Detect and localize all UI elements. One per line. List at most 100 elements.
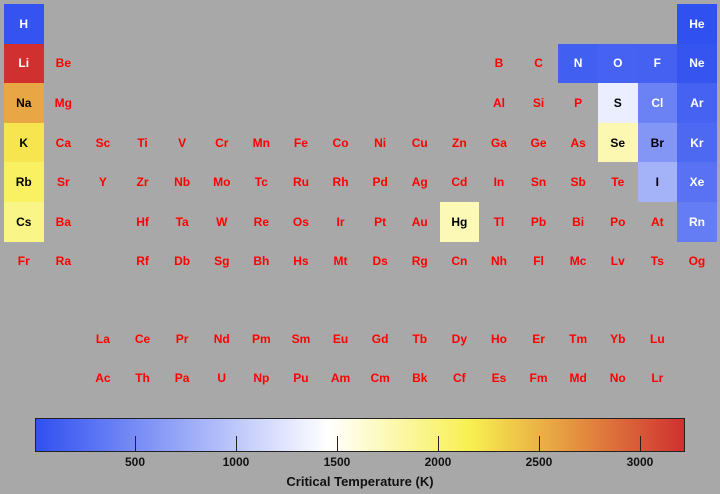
- element-cell-nd: Nd: [213, 331, 230, 346]
- element-cell-re: Re: [253, 214, 270, 229]
- element-cell-b: B: [494, 56, 504, 71]
- element-cell-co: Co: [332, 135, 349, 150]
- element-cell-al: Al: [492, 95, 505, 110]
- element-cell-c: C: [534, 56, 543, 71]
- element-cell-rb: Rb: [4, 162, 44, 202]
- colorbar-tick-mark: [437, 436, 439, 452]
- colorbar-tick-mark: [235, 436, 237, 452]
- element-cell-gd: Gd: [371, 331, 389, 346]
- element-cell-es: Es: [491, 371, 507, 386]
- element-cell-cd: Cd: [451, 175, 468, 190]
- element-cell-hs: Hs: [293, 254, 309, 269]
- element-cell-mn: Mn: [252, 135, 270, 150]
- periodic-table-heatmap: H He Li Be B C N O F Ne Na Mg Al Si P S Cl Ar K Ca Sc Ti V Cr Mn…: [0, 0, 720, 400]
- element-cell-mo: Mo: [213, 175, 231, 190]
- element-cell-pr: Pr: [175, 331, 189, 346]
- element-cell-np: Np: [253, 371, 270, 386]
- element-cell-s: S: [598, 83, 638, 123]
- element-cell-ho: Ho: [490, 331, 507, 346]
- element-cell-rf: Rf: [136, 254, 149, 269]
- element-cell-ti: Ti: [137, 135, 148, 150]
- element-cell-hg: Hg: [439, 202, 480, 242]
- element-cell-ar: Ar: [677, 83, 717, 123]
- element-cell-tc: Tc: [254, 175, 268, 190]
- element-cell-fl: Fl: [533, 254, 544, 269]
- element-cell-bh: Bh: [253, 254, 270, 269]
- element-cell-he: He: [677, 4, 717, 44]
- element-cell-cf: Cf: [453, 371, 466, 386]
- element-cell-br: Br: [637, 122, 678, 163]
- element-cell-f: F: [637, 43, 678, 84]
- element-cell-cl: Cl: [637, 83, 678, 123]
- element-cell-cu: Cu: [411, 135, 428, 150]
- element-cell-ra: Ra: [55, 254, 72, 269]
- element-cell-eu: Eu: [332, 331, 349, 346]
- element-cell-db: Db: [174, 254, 191, 269]
- element-cell-pu: Pu: [293, 371, 309, 386]
- element-cell-tl: Tl: [493, 214, 505, 229]
- element-cell-rg: Rg: [411, 254, 428, 269]
- element-cell-p: P: [574, 95, 583, 110]
- element-cell-fr: Fr: [17, 254, 30, 269]
- element-cell-fe: Fe: [293, 135, 308, 150]
- element-cell-pa: Pa: [174, 371, 190, 386]
- element-cell-ni: Ni: [374, 135, 387, 150]
- element-cell-sn: Sn: [530, 175, 547, 190]
- element-cell-cm: Cm: [370, 371, 390, 386]
- colorbar: [35, 418, 685, 452]
- colorbar-tick-label: 2000: [424, 455, 452, 469]
- colorbar-tick-mark: [538, 436, 540, 452]
- element-cell-pb: Pb: [530, 214, 547, 229]
- element-cell-sc: Sc: [95, 135, 111, 150]
- element-cell-ir: Ir: [336, 214, 345, 229]
- element-cell-os: Os: [292, 214, 309, 229]
- element-cell-nh: Nh: [490, 254, 507, 269]
- element-cell-ca: Ca: [55, 135, 72, 150]
- element-cell-ga: Ga: [490, 135, 507, 150]
- element-cell-dy: Dy: [451, 331, 468, 346]
- element-cell-u: U: [217, 371, 227, 386]
- colorbar-tick-label: 1500: [323, 455, 351, 469]
- element-cell-be: Be: [55, 56, 72, 71]
- element-cell-au: Au: [411, 214, 428, 229]
- element-cell-lv: Lv: [610, 254, 625, 269]
- element-cell-ne: Ne: [677, 43, 717, 84]
- element-cell-mt: Mt: [333, 254, 348, 269]
- colorbar-tick-label: 2500: [525, 455, 553, 469]
- colorbar-label: Critical Temperature (K): [286, 474, 434, 489]
- element-cell-mg: Mg: [54, 95, 72, 110]
- colorbar-tick-label: 3000: [626, 455, 654, 469]
- element-cell-v: V: [178, 135, 187, 150]
- element-cell-bk: Bk: [412, 371, 428, 386]
- element-cell-kr: Kr: [677, 122, 717, 163]
- element-cell-th: Th: [135, 371, 150, 386]
- element-cell-ac: Ac: [95, 371, 111, 386]
- element-cell-n: N: [558, 43, 598, 84]
- element-cell-ru: Ru: [292, 175, 309, 190]
- element-cell-pd: Pd: [372, 175, 388, 190]
- element-cell-cs: Cs: [4, 202, 44, 242]
- element-cell-pt: Pt: [374, 214, 387, 229]
- element-cell-no: No: [609, 371, 626, 386]
- element-cell-li: Li: [4, 43, 44, 84]
- element-cell-cn: Cn: [451, 254, 468, 269]
- element-cell-se: Se: [598, 122, 638, 163]
- element-cell-md: Md: [569, 371, 587, 386]
- element-cell-ge: Ge: [530, 135, 547, 150]
- element-cell-tb: Tb: [412, 331, 428, 346]
- element-cell-zr: Zr: [136, 175, 149, 190]
- element-cell-at: At: [651, 214, 664, 229]
- element-cell-hf: Hf: [136, 214, 149, 229]
- element-cell-sr: Sr: [57, 175, 70, 190]
- element-cell-rh: Rh: [332, 175, 349, 190]
- colorbar-tick-mark: [639, 436, 641, 452]
- element-cell-ce: Ce: [134, 331, 151, 346]
- colorbar-tick-label: 500: [124, 455, 145, 469]
- element-cell-o: O: [598, 43, 638, 84]
- element-cell-si: Si: [532, 95, 545, 110]
- element-cell-tm: Tm: [569, 331, 588, 346]
- element-cell-h: H: [4, 4, 44, 44]
- element-cell-lr: Lr: [651, 371, 664, 386]
- element-cell-te: Te: [611, 175, 625, 190]
- element-cell-fm: Fm: [529, 371, 548, 386]
